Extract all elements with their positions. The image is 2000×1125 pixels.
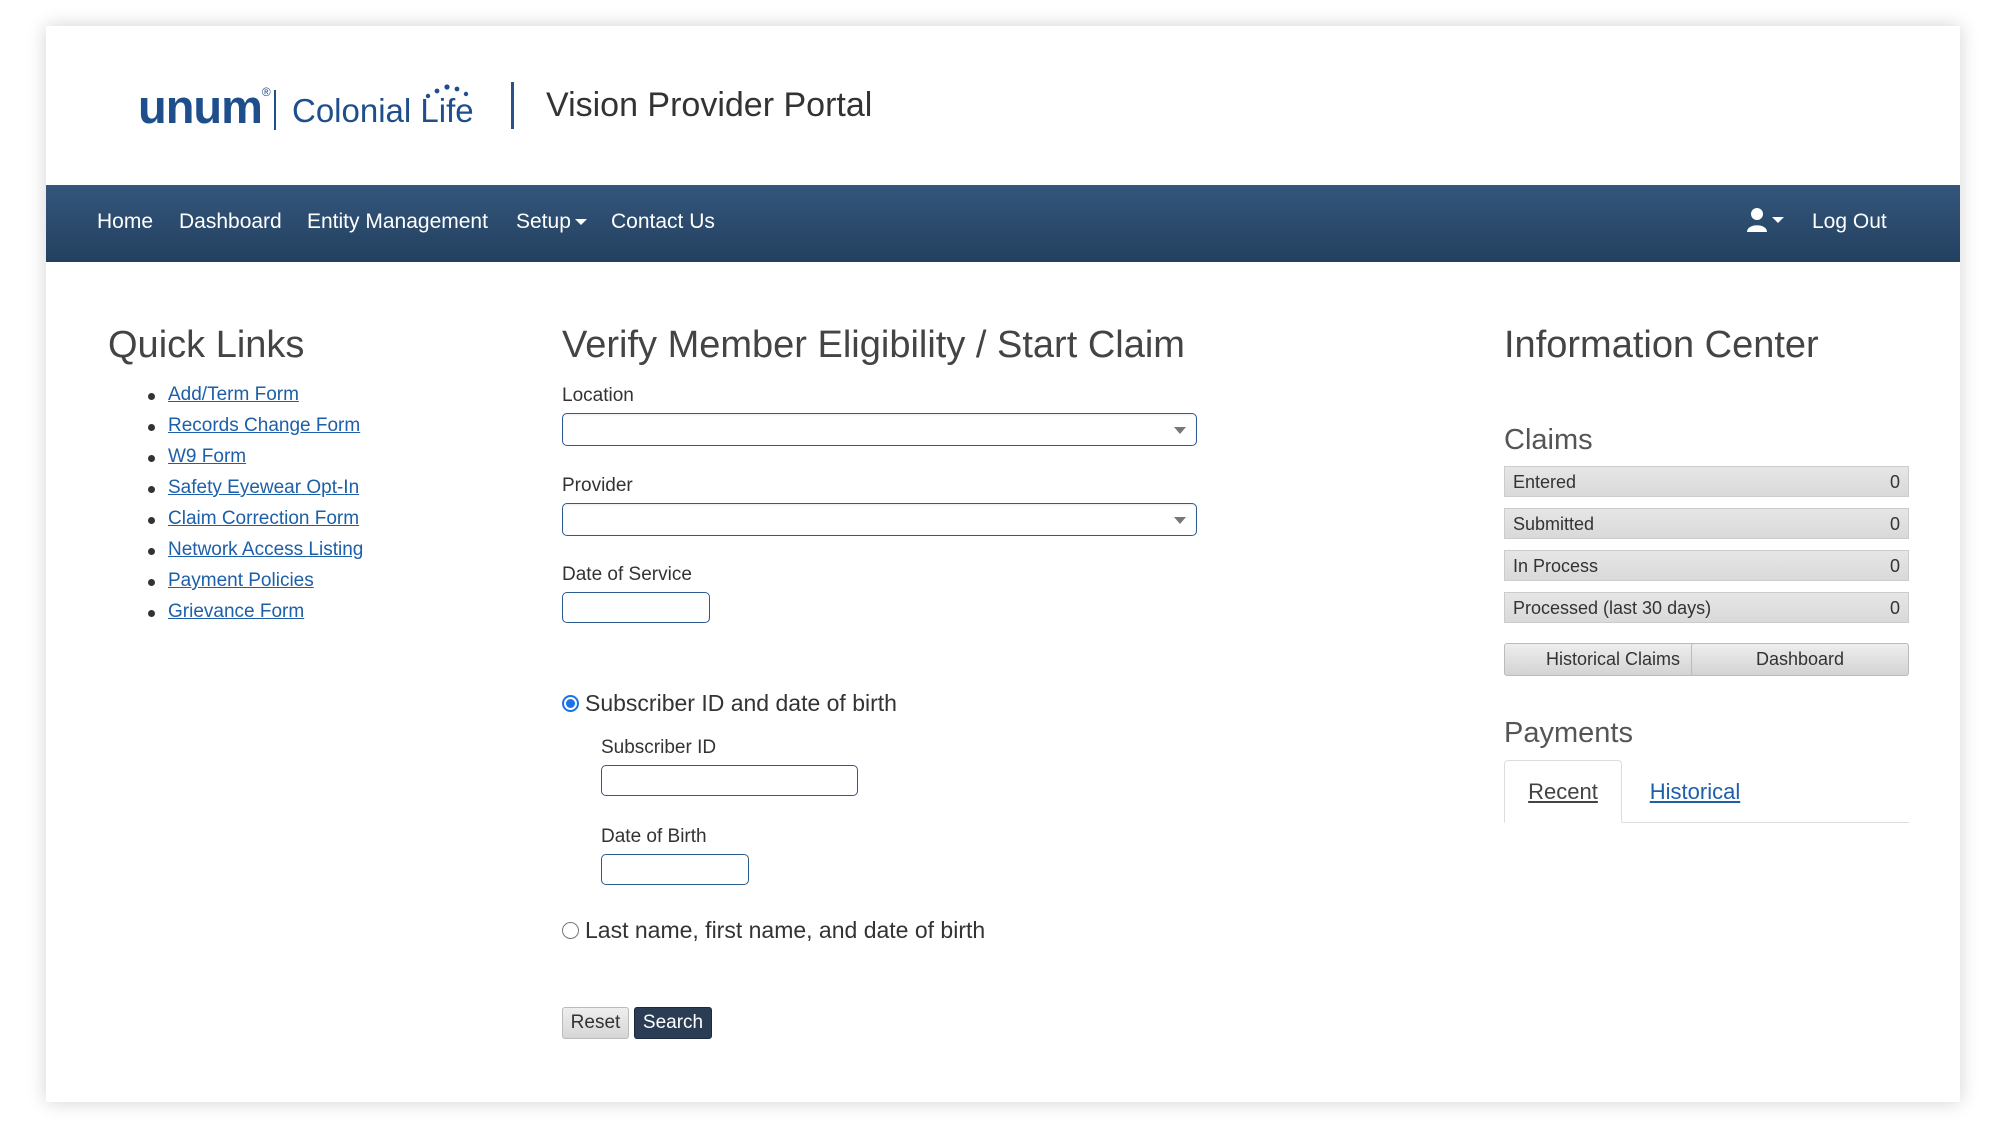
quick-link-network-access[interactable]: Network Access Listing (168, 539, 363, 560)
date-of-service-label: Date of Service (562, 564, 692, 585)
option-name-dob[interactable]: Last name, first name, and date of birth (562, 917, 985, 944)
portal-title: Vision Provider Portal (546, 86, 873, 124)
dashboard-button[interactable]: Dashboard (1691, 643, 1909, 676)
historical-claims-button[interactable]: Historical Claims (1504, 643, 1722, 676)
list-item: Records Change Form (147, 415, 363, 446)
unum-logo: unum® (138, 79, 271, 134)
chevron-down-icon (574, 219, 587, 226)
claim-label: In Process (1513, 556, 1599, 576)
unum-trademark: ® (261, 85, 271, 99)
claim-row-processed: Processed (last 30 days) 0 (1504, 592, 1909, 623)
radio-name-dob[interactable] (562, 922, 579, 939)
option-name-dob-label: Last name, first name, and date of birth (585, 917, 986, 943)
location-label: Location (562, 385, 634, 406)
unum-logo-text: unum (138, 80, 263, 133)
nav-log-out[interactable]: Log Out (1812, 210, 1887, 234)
nav-contact-us[interactable]: Contact Us (611, 210, 715, 234)
claims-title: Claims (1504, 424, 1593, 456)
chevron-down-icon (1772, 217, 1784, 223)
list-item: Safety Eyewear Opt-In (147, 477, 363, 508)
quick-link-add-term-form[interactable]: Add/Term Form (168, 384, 299, 405)
claim-label: Submitted (1513, 514, 1595, 534)
list-item: Grievance Form (147, 601, 363, 632)
form-title: Verify Member Eligibility / Start Claim (562, 324, 1185, 366)
date-of-service-input[interactable] (562, 592, 710, 623)
subscriber-id-input[interactable] (601, 765, 858, 796)
claim-label: Processed (last 30 days) (1513, 598, 1712, 618)
quick-link-safety-eyewear[interactable]: Safety Eyewear Opt-In (168, 477, 359, 498)
option-subscriber-id-label: Subscriber ID and date of birth (585, 690, 897, 716)
claim-row-in-process: In Process 0 (1504, 550, 1909, 581)
colonial-life-dots-icon (425, 84, 469, 99)
option-subscriber-id[interactable]: Subscriber ID and date of birth (562, 690, 897, 717)
dropdown-arrow-icon (1174, 517, 1186, 524)
main-navbar: Home Dashboard Entity Management Setup C… (46, 185, 1960, 262)
list-item: Add/Term Form (147, 384, 363, 415)
quick-link-w9-form[interactable]: W9 Form (168, 446, 246, 467)
nav-home[interactable]: Home (97, 210, 153, 234)
search-button[interactable]: Search (634, 1007, 712, 1039)
information-center-title: Information Center (1504, 324, 1819, 366)
list-item: Payment Policies (147, 570, 363, 601)
tab-recent[interactable]: Recent (1504, 760, 1622, 823)
quick-link-payment-policies[interactable]: Payment Policies (168, 570, 314, 591)
location-select[interactable] (562, 413, 1197, 446)
provider-label: Provider (562, 475, 633, 496)
claim-count: 0 (1889, 514, 1900, 534)
nav-dashboard[interactable]: Dashboard (179, 210, 282, 234)
reset-button[interactable]: Reset (562, 1007, 629, 1039)
provider-select[interactable] (562, 503, 1197, 536)
claim-count: 0 (1889, 472, 1900, 492)
user-icon (1747, 208, 1767, 232)
payments-title: Payments (1504, 717, 1633, 749)
dropdown-arrow-icon (1174, 427, 1186, 434)
nav-entity-management[interactable]: Entity Management (307, 210, 488, 234)
page-card: unum® Colonial Life Vision Provider Port… (46, 26, 1960, 1102)
header-divider (511, 82, 514, 129)
claim-row-entered: Entered 0 (1504, 466, 1909, 497)
quick-link-grievance-form[interactable]: Grievance Form (168, 601, 304, 622)
quick-link-records-change-form[interactable]: Records Change Form (168, 415, 360, 436)
quick-links-list: Add/Term Form Records Change Form W9 For… (147, 384, 363, 632)
logo-divider (274, 90, 276, 130)
list-item: Network Access Listing (147, 539, 363, 570)
user-menu[interactable] (1746, 207, 1784, 233)
claim-label: Entered (1513, 472, 1577, 492)
radio-subscriber-id[interactable] (562, 695, 579, 712)
dob-label: Date of Birth (601, 826, 707, 847)
quick-links-title: Quick Links (108, 324, 305, 366)
quick-link-claim-correction[interactable]: Claim Correction Form (168, 508, 359, 529)
dob-input[interactable] (601, 854, 749, 885)
claim-count: 0 (1889, 598, 1900, 618)
nav-setup[interactable]: Setup (516, 210, 587, 234)
list-item: W9 Form (147, 446, 363, 477)
subscriber-id-label: Subscriber ID (601, 737, 717, 758)
header: unum® Colonial Life Vision Provider Port… (46, 26, 1960, 185)
claim-count: 0 (1889, 556, 1900, 576)
claim-row-submitted: Submitted 0 (1504, 508, 1909, 539)
tab-historical[interactable]: Historical (1636, 760, 1754, 823)
nav-setup-label: Setup (516, 210, 571, 233)
list-item: Claim Correction Form (147, 508, 363, 539)
